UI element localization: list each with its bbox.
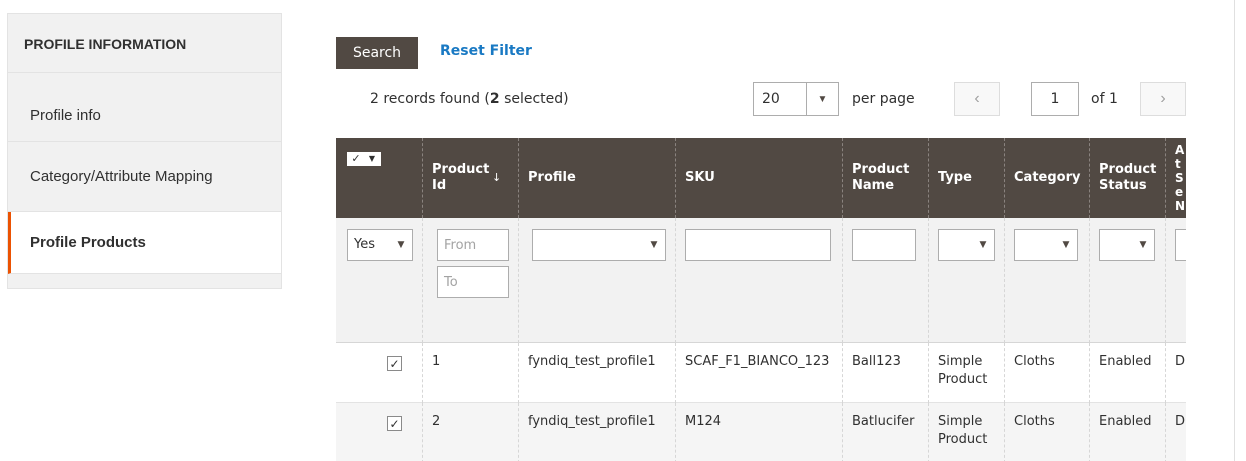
filter-cell-category: ▼ (1004, 218, 1089, 343)
cell-sku: M124 (675, 403, 842, 461)
records-selected-count: 2 (489, 91, 500, 107)
prev-page-button[interactable]: ‹ (954, 82, 1000, 116)
checkmark-icon: ✓ (389, 416, 400, 431)
checkmark-icon: ✓ (389, 356, 400, 371)
chevron-down-icon: ▼ (1062, 240, 1070, 250)
header-product-name[interactable]: Product Name (842, 138, 928, 218)
header-category[interactable]: Category (1004, 138, 1089, 218)
chevron-down-icon: ▼ (1139, 240, 1147, 250)
filter-cell-profile: ▼ (518, 218, 675, 343)
header-type[interactable]: Type (928, 138, 1004, 218)
cell-profile: fyndiq_test_profile1 (518, 403, 675, 461)
search-button[interactable]: Search (336, 37, 418, 69)
next-page-button[interactable]: › (1140, 82, 1186, 116)
cell-type: Simple Product (928, 403, 1004, 461)
cell-category: Cloths (1004, 343, 1089, 403)
chevron-down-icon: ▼ (368, 154, 376, 163)
cell-status: Enabled (1089, 343, 1165, 403)
cell-attribute-set: D (1165, 403, 1186, 461)
row-checkbox[interactable]: ✓ (387, 356, 402, 371)
row-select-cell: ✓ (336, 343, 422, 403)
cell-sku: SCAF_F1_BIANCO_123 (675, 343, 842, 403)
cell-product-name: Batlucifer (842, 403, 928, 461)
mass-filter-select[interactable]: Yes ▼ (347, 229, 413, 261)
records-found: 2 records found (2 selected) (370, 91, 569, 107)
header-sku[interactable]: SKU (675, 138, 842, 218)
chevron-down-icon: ▼ (979, 240, 987, 250)
chevron-right-icon: › (1160, 90, 1166, 107)
records-suffix: selected) (499, 91, 569, 107)
cell-product-id: 2 (422, 403, 518, 461)
per-page-value: 20 (762, 91, 780, 107)
filter-cell-id: From To (422, 218, 518, 343)
header-attribute-set[interactable]: At Se N (1165, 138, 1185, 218)
grid-filter-row: Yes ▼ From To ▼ ▼ ▼ ▼ (336, 218, 1186, 343)
cell-type: Simple Product (928, 343, 1004, 403)
header-product-status[interactable]: Product Status (1089, 138, 1165, 218)
products-grid: ✓ ▼ Product Id ↓ Profile SKU Product Nam… (336, 138, 1186, 461)
chevron-down-icon: ▼ (650, 240, 658, 250)
chevron-down-icon: ▼ (397, 240, 405, 250)
attr-filter-input[interactable] (1175, 229, 1186, 261)
row-select-cell: ✓ (336, 403, 422, 461)
cell-profile: fyndiq_test_profile1 (518, 343, 675, 403)
cell-product-name: Ball123 (842, 343, 928, 403)
type-filter-select[interactable]: ▼ (938, 229, 995, 261)
reset-filter-link[interactable]: Reset Filter (440, 43, 532, 59)
table-row[interactable]: ✓ 2 fyndiq_test_profile1 M124 Batlucifer… (336, 403, 1186, 461)
status-filter-value (1100, 230, 1132, 260)
cell-product-id: 1 (422, 343, 518, 403)
checkmark-icon: ✓ (351, 152, 361, 165)
cell-status: Enabled (1089, 403, 1165, 461)
records-prefix: 2 records found ( (370, 91, 490, 107)
mass-select-control[interactable]: ✓ ▼ (347, 152, 381, 166)
mass-action-header: ✓ ▼ (336, 138, 422, 218)
chevron-left-icon: ‹ (974, 90, 980, 107)
row-checkbox[interactable]: ✓ (387, 416, 402, 431)
profile-filter-value (533, 230, 643, 260)
mass-filter-value: Yes (354, 237, 375, 252)
sidebar-item-profile-products[interactable]: Profile Products (8, 212, 281, 274)
category-filter-value (1015, 230, 1055, 260)
profile-filter-select[interactable]: ▼ (532, 229, 666, 261)
page-number-input[interactable]: 1 (1031, 82, 1079, 116)
header-product-id-label: Product Id (432, 162, 490, 193)
filter-cell-sku (675, 218, 842, 343)
id-from-input[interactable]: From (437, 229, 509, 261)
sort-arrow-icon: ↓ (492, 171, 502, 184)
filter-cell-type: ▼ (928, 218, 1004, 343)
type-filter-value (939, 230, 972, 260)
sidebar-item-category-mapping[interactable]: Category/Attribute Mapping (8, 142, 281, 212)
table-row[interactable]: ✓ 1 fyndiq_test_profile1 SCAF_F1_BIANCO_… (336, 343, 1186, 403)
filter-cell-attr (1165, 218, 1186, 343)
cell-attribute-set: D (1165, 343, 1186, 403)
category-filter-select[interactable]: ▼ (1014, 229, 1078, 261)
filter-cell-status: ▼ (1089, 218, 1165, 343)
profile-sidebar: PROFILE INFORMATION Profile info Categor… (7, 13, 282, 289)
filter-cell-mass: Yes ▼ (336, 218, 422, 343)
filter-cell-name (842, 218, 928, 343)
status-filter-select[interactable]: ▼ (1099, 229, 1155, 261)
grid-header-row: ✓ ▼ Product Id ↓ Profile SKU Product Nam… (336, 138, 1186, 218)
header-product-id[interactable]: Product Id ↓ (422, 138, 518, 218)
header-profile[interactable]: Profile (518, 138, 675, 218)
cell-category: Cloths (1004, 403, 1089, 461)
name-filter-input[interactable] (852, 229, 916, 261)
sidebar-title: PROFILE INFORMATION (8, 14, 281, 73)
sidebar-item-profile-info[interactable]: Profile info (8, 73, 281, 142)
page-scrollbar[interactable] (1234, 0, 1246, 461)
page-total: of 1 (1091, 91, 1118, 107)
id-to-input[interactable]: To (437, 266, 509, 298)
chevron-down-icon: ▼ (806, 83, 838, 115)
per-page-select[interactable]: 20 ▼ (753, 82, 839, 116)
per-page-label: per page (852, 91, 915, 107)
sku-filter-input[interactable] (685, 229, 831, 261)
